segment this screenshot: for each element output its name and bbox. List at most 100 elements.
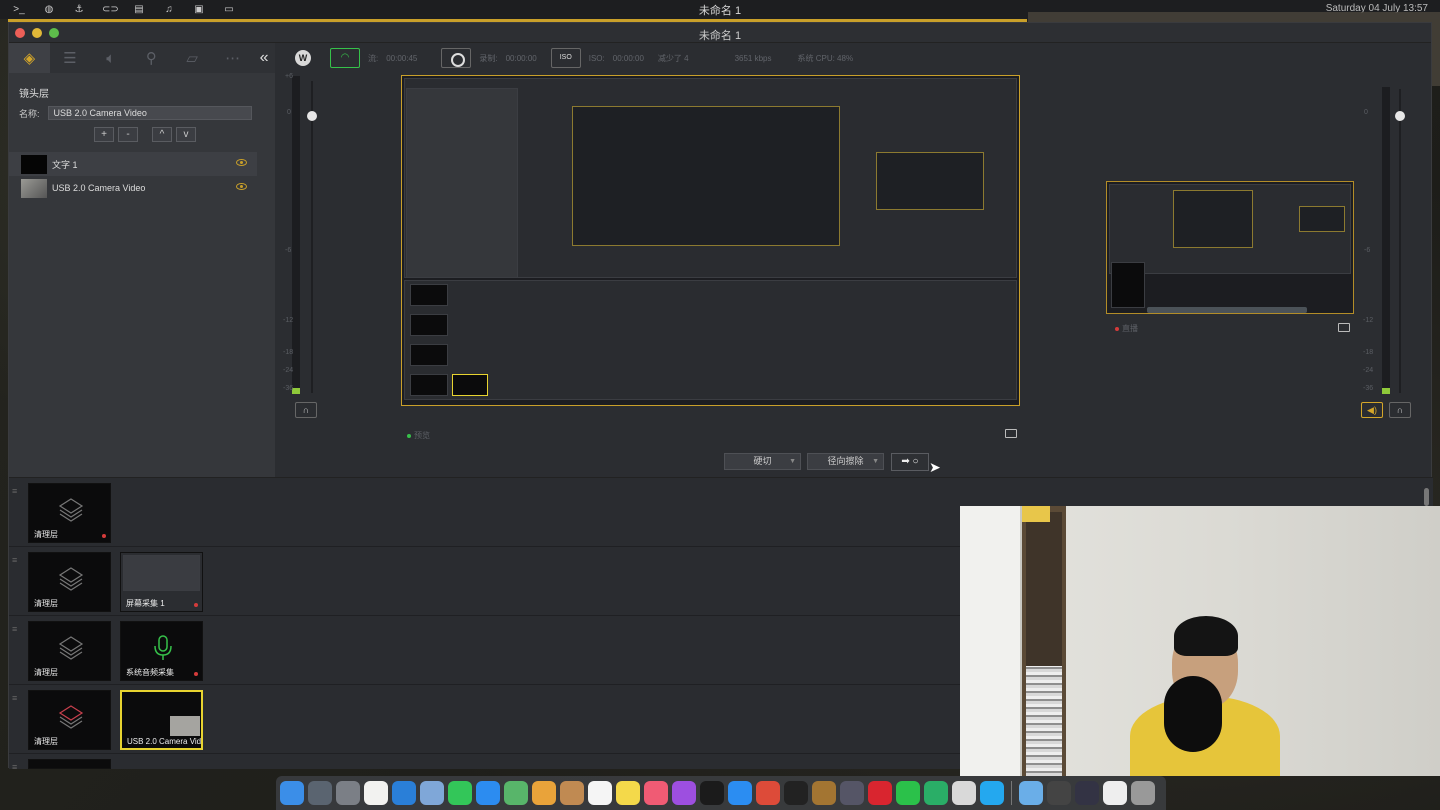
- laptop-icon[interactable]: ▭: [222, 4, 236, 16]
- preview-icon[interactable]: [420, 781, 444, 805]
- record-label: 录制:: [479, 53, 498, 63]
- files-icon[interactable]: [616, 781, 640, 805]
- monitor-icon[interactable]: [1005, 429, 1017, 438]
- shot-tile-selected[interactable]: USB 2.0 Camera Vid: [120, 690, 203, 750]
- layer-name-field[interactable]: [47, 106, 252, 120]
- shot-label: 清理层: [34, 599, 58, 608]
- preview-nested-scenes: [404, 280, 1017, 400]
- person-icon[interactable]: ⚲: [131, 43, 172, 73]
- anchor-icon[interactable]: ⚓: [72, 4, 86, 16]
- program-pane[interactable]: [1106, 181, 1354, 314]
- finder-icon[interactable]: [280, 781, 304, 805]
- music-icon[interactable]: [644, 781, 668, 805]
- move-layer-up-button[interactable]: ^: [152, 127, 172, 142]
- contacts-icon[interactable]: [560, 781, 584, 805]
- transition-type-select[interactable]: 硬切 ▼: [724, 453, 801, 470]
- program-volume-knob[interactable]: [1395, 111, 1405, 121]
- layer-item[interactable]: 文字 1: [9, 152, 257, 176]
- meter-tick: -12: [1363, 317, 1374, 324]
- broadcast-button[interactable]: ◠: [330, 48, 360, 68]
- layer-name-row: 名称:: [9, 106, 275, 120]
- program-nested-tile: [1111, 262, 1145, 308]
- shot-tile[interactable]: 清理层: [28, 690, 111, 750]
- launchpad-icon[interactable]: [308, 781, 332, 805]
- speaker-icon[interactable]: ◀): [1361, 402, 1383, 418]
- link-icon[interactable]: ⊂⊃: [102, 4, 119, 16]
- wechat-icon[interactable]: [896, 781, 920, 805]
- monitor-icon[interactable]: [1338, 323, 1350, 332]
- eye-icon[interactable]: [236, 159, 247, 166]
- wechat-alt-icon[interactable]: [924, 781, 948, 805]
- layers-icon: [58, 636, 84, 660]
- move-layer-down-button[interactable]: v: [176, 127, 196, 142]
- remove-layer-button[interactable]: -: [118, 127, 138, 142]
- bitrate: 3651 kbps: [734, 53, 772, 63]
- music-icon[interactable]: ♫: [162, 4, 176, 16]
- more-icon[interactable]: ⋯: [212, 43, 253, 73]
- display-icon[interactable]: [1075, 781, 1099, 805]
- preview-volume-knob[interactable]: [307, 111, 317, 121]
- speaker-icon[interactable]: 🔈︎: [90, 43, 131, 73]
- settings-icon[interactable]: [336, 781, 360, 805]
- meter-tick: -12: [283, 317, 294, 324]
- drag-handle-icon[interactable]: ≡: [12, 486, 21, 496]
- shot-tile[interactable]: 系统音频采集: [120, 621, 203, 681]
- film-icon[interactable]: ▤: [132, 4, 146, 16]
- bottle-icon[interactable]: [812, 781, 836, 805]
- piano-icon[interactable]: [784, 781, 808, 805]
- meter-tick: -6: [1364, 247, 1371, 254]
- appstore-icon[interactable]: [728, 781, 752, 805]
- appletv-icon[interactable]: [700, 781, 724, 805]
- shot-tile[interactable]: 清理层: [28, 621, 111, 681]
- screenshot-icon[interactable]: [1047, 781, 1071, 805]
- headphones-icon[interactable]: ∩: [295, 402, 317, 418]
- globe-icon[interactable]: ◍: [42, 4, 56, 16]
- book-icon[interactable]: ▣: [192, 4, 206, 16]
- layer-item[interactable]: USB 2.0 Camera Video: [9, 176, 257, 200]
- notes-icon[interactable]: [364, 781, 388, 805]
- headphones-icon[interactable]: ∩: [1389, 402, 1411, 418]
- go-transition-button[interactable]: ➡ ○: [891, 453, 929, 471]
- eye-icon[interactable]: [236, 183, 247, 190]
- photos-icon[interactable]: [532, 781, 556, 805]
- shot-tile[interactable]: 清理层: [28, 483, 111, 543]
- meter-tick: -24: [1363, 367, 1374, 374]
- meter-tick: +6: [285, 73, 293, 80]
- maps-icon[interactable]: [504, 781, 528, 805]
- qq-icon[interactable]: [980, 781, 1004, 805]
- drag-handle-icon[interactable]: ≡: [12, 693, 21, 703]
- shot-tile[interactable]: 屏幕采集 1: [120, 552, 203, 612]
- drag-handle-icon[interactable]: ≡: [12, 624, 21, 634]
- wirecast-icon[interactable]: [952, 781, 976, 805]
- doc-icon[interactable]: [1103, 781, 1127, 805]
- transition-type-value: 硬切: [753, 456, 772, 466]
- podcasts-icon[interactable]: [672, 781, 696, 805]
- shot-tile[interactable]: 清理层: [28, 552, 111, 612]
- shot-tile[interactable]: [28, 759, 111, 769]
- calendar-icon[interactable]: [588, 781, 612, 805]
- meter-tick: 0: [287, 109, 291, 116]
- iso-record-button[interactable]: ISO: [550, 48, 581, 68]
- sliders-icon[interactable]: ☰: [50, 43, 91, 73]
- trash-icon[interactable]: [1131, 781, 1155, 805]
- drag-handle-icon[interactable]: ≡: [12, 555, 21, 565]
- terminal-icon[interactable]: >_: [12, 4, 26, 16]
- chrome-icon[interactable]: [756, 781, 780, 805]
- layers-icon[interactable]: ◈: [9, 43, 50, 73]
- record-button[interactable]: [441, 48, 472, 68]
- preview-pane[interactable]: [401, 75, 1020, 406]
- webcam-sticker: [1022, 506, 1050, 522]
- transition-effect-select[interactable]: 径向擦除 ▼: [807, 453, 884, 470]
- messages-icon[interactable]: [448, 781, 472, 805]
- panel-toolbar: ◈ ☰ 🔈︎ ⚲ ▱ ⋯ «: [9, 43, 275, 73]
- chat-icon[interactable]: [476, 781, 500, 805]
- meter-tick: -18: [1363, 349, 1374, 356]
- safari-icon[interactable]: [392, 781, 416, 805]
- collapse-panel-button[interactable]: «: [253, 49, 275, 67]
- drag-handle-icon[interactable]: ≡: [12, 762, 21, 772]
- netease-icon[interactable]: [868, 781, 892, 805]
- folder-icon[interactable]: [1019, 781, 1043, 805]
- add-layer-button[interactable]: +: [94, 127, 114, 142]
- game-icon[interactable]: [840, 781, 864, 805]
- slash-icon[interactable]: ▱: [172, 43, 213, 73]
